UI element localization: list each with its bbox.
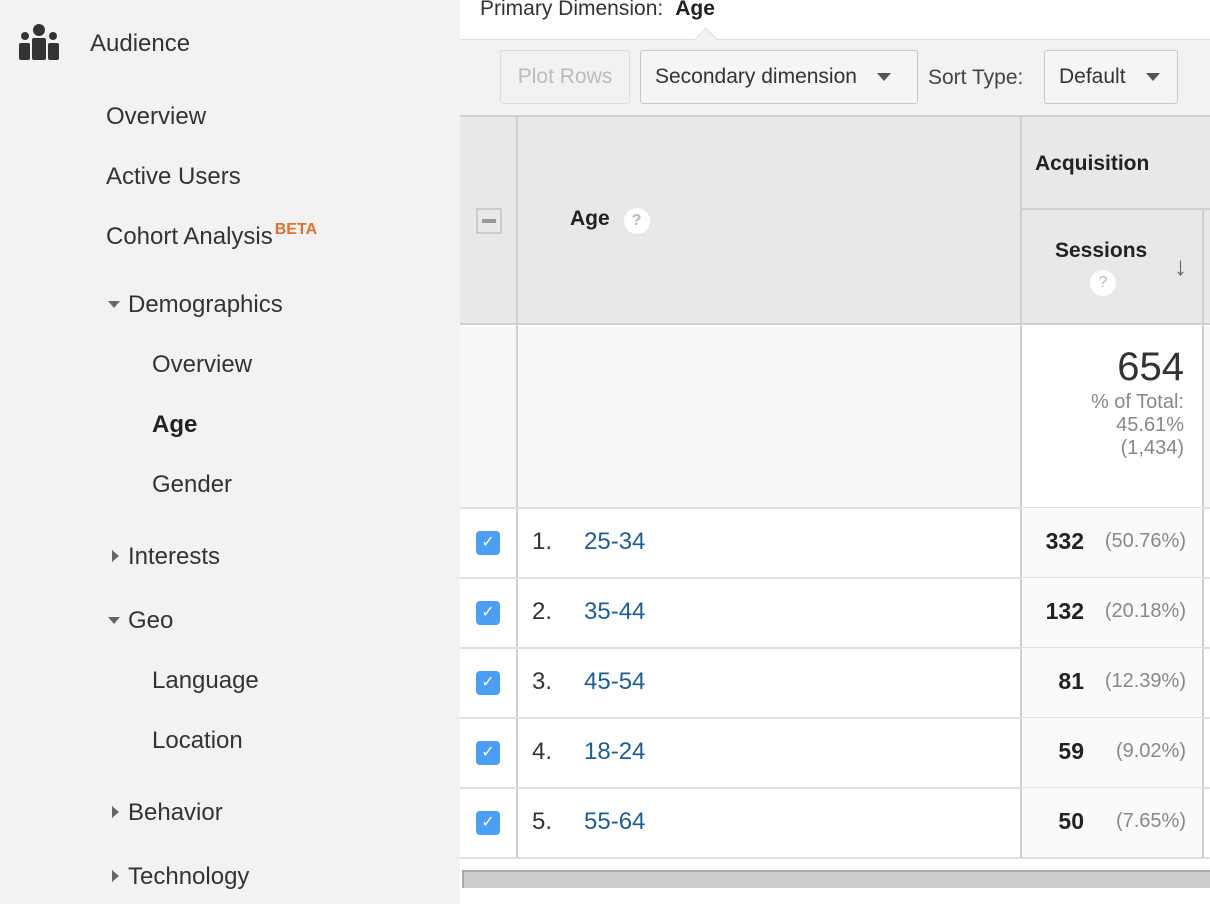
audience-icon <box>19 24 59 60</box>
age-link[interactable]: 45-54 <box>584 668 645 696</box>
beta-badge: BETA <box>274 221 318 238</box>
expanded-caret-icon <box>108 301 120 308</box>
toolbar-notch <box>694 27 718 51</box>
row-checkbox[interactable]: ✓ <box>476 741 500 765</box>
sidebar-item-age[interactable]: Age <box>152 411 197 439</box>
sort-descending-icon[interactable]: ↓ <box>1174 251 1187 282</box>
row-checkbox[interactable]: ✓ <box>476 671 500 695</box>
secondary-dimension-dropdown[interactable]: Secondary dimension <box>640 50 918 104</box>
chevron-down-icon <box>1145 73 1160 81</box>
sidebar-item-behavior[interactable]: Behavior <box>108 799 223 827</box>
sort-type-dropdown[interactable]: Default <box>1044 50 1178 104</box>
sessions-total-sub: % of Total: 45.61% (1,434) <box>1091 391 1184 460</box>
sessions-value: 59 <box>1058 738 1084 764</box>
table-row: ✓ 5. 55-64 50 (7.65%) <box>460 788 1210 858</box>
totals-row-right <box>1204 327 1210 507</box>
row-checkbox[interactable]: ✓ <box>476 531 500 555</box>
acquisition-group-header: Acquisition <box>1035 152 1150 175</box>
sidebar-item-label: Demographics <box>128 291 283 318</box>
totals-row-dim <box>518 327 1020 507</box>
sessions-value: 332 <box>1045 528 1084 554</box>
chevron-down-icon <box>876 73 891 81</box>
table-row: ✓ 1. 25-34 332 (50.76%) <box>460 508 1210 578</box>
sort-type-label: Sort Type: <box>928 66 1024 89</box>
sidebar-section-label: Audience <box>90 30 191 57</box>
table-toolbar: Plot Rows Secondary dimension Sort Type:… <box>460 27 1210 115</box>
header-divider <box>1022 208 1210 210</box>
collapsed-caret-icon <box>112 806 119 818</box>
row-index: 2. <box>532 598 553 625</box>
sidebar-item-cohort-analysis[interactable]: Cohort Analysis BETA <box>106 221 318 251</box>
row-index: 1. <box>532 528 553 555</box>
primary-dimension: Primary Dimension: Age <box>480 0 715 21</box>
select-all-checkbox[interactable] <box>476 208 502 234</box>
table-row: ✓ 2. 35-44 132 (20.18%) <box>460 578 1210 648</box>
sidebar-item-demographics[interactable]: Demographics <box>108 291 283 319</box>
sidebar-item-label: Technology <box>128 863 250 890</box>
primary-dimension-value[interactable]: Age <box>675 0 715 20</box>
row-index: 5. <box>532 808 553 835</box>
sidebar-item-overview[interactable]: Overview <box>106 103 206 131</box>
sessions-pct: (7.65%) <box>1115 810 1186 832</box>
sidebar-item-active-users[interactable]: Active Users <box>106 163 241 191</box>
row-divider <box>460 857 1210 859</box>
secondary-dimension-label: Secondary dimension <box>655 65 857 88</box>
sessions-pct: (9.02%) <box>1115 740 1186 762</box>
sessions-cell: 132 (20.18%) <box>1022 578 1202 648</box>
sidebar-item-interests[interactable]: Interests <box>108 543 220 571</box>
pct-of-total-label: % of Total: <box>1090 391 1184 413</box>
age-header-label: Age <box>570 207 610 230</box>
plot-rows-button[interactable]: Plot Rows <box>500 50 630 104</box>
age-column-header[interactable]: Age ? <box>570 207 650 234</box>
sidebar-item-location[interactable]: Location <box>152 727 243 755</box>
sidebar-item-label: Geo <box>128 607 174 634</box>
sidebar-item-geo[interactable]: Geo <box>108 607 173 635</box>
sessions-pct: (12.39%) <box>1104 670 1186 692</box>
sessions-total-cell: 654 % of Total: 45.61% (1,434) <box>1022 327 1202 507</box>
sessions-pct: (50.76%) <box>1104 530 1186 552</box>
sessions-cell: 332 (50.76%) <box>1022 508 1202 578</box>
sessions-cell: 50 (7.65%) <box>1022 788 1202 858</box>
expanded-caret-icon <box>108 617 120 624</box>
sidebar-item-label: Interests <box>128 543 221 570</box>
age-link[interactable]: 35-44 <box>584 598 645 626</box>
age-link[interactable]: 55-64 <box>584 808 645 836</box>
primary-dimension-label: Primary Dimension: <box>480 0 664 20</box>
table-row: ✓ 4. 18-24 59 (9.02%) <box>460 718 1210 788</box>
sidebar-section-audience[interactable]: Audience <box>18 22 190 62</box>
table-row: ✓ 3. 45-54 81 (12.39%) <box>460 648 1210 718</box>
row-index: 3. <box>532 668 553 695</box>
sidebar-item-gender[interactable]: Gender <box>152 471 232 499</box>
sidebar-item-label: Behavior <box>128 799 223 826</box>
age-link[interactable]: 25-34 <box>584 528 645 556</box>
sessions-cell: 81 (12.39%) <box>1022 648 1202 718</box>
row-index: 4. <box>532 738 553 765</box>
help-icon[interactable]: ? <box>623 208 650 234</box>
collapsed-caret-icon <box>112 870 119 882</box>
row-checkbox[interactable]: ✓ <box>476 601 500 625</box>
age-link[interactable]: 18-24 <box>584 738 645 766</box>
sessions-cell: 59 (9.02%) <box>1022 718 1202 788</box>
sidebar-item-label: Cohort Analysis <box>106 223 273 250</box>
overall-total: (1,434) <box>1120 437 1184 459</box>
sidebar-item-demographics-overview[interactable]: Overview <box>152 351 252 379</box>
sessions-total-value: 654 <box>1117 345 1184 389</box>
sessions-value: 50 <box>1058 808 1084 834</box>
pct-of-total-value: 45.61% <box>1116 414 1184 436</box>
sessions-value: 132 <box>1045 598 1084 624</box>
sidebar: Audience Overview Active Users Cohort An… <box>0 0 460 904</box>
sessions-pct: (20.18%) <box>1104 600 1186 622</box>
sidebar-item-language[interactable]: Language <box>152 667 259 695</box>
row-checkbox[interactable]: ✓ <box>476 811 500 835</box>
sessions-value: 81 <box>1058 668 1084 694</box>
sidebar-item-technology[interactable]: Technology <box>108 863 249 891</box>
horizontal-scrollbar[interactable] <box>462 870 1210 888</box>
collapsed-caret-icon <box>112 550 119 562</box>
totals-row-left <box>460 327 516 507</box>
report-main: Primary Dimension: Age Plot Rows Secondar… <box>460 0 1210 904</box>
sort-type-value: Default <box>1059 65 1126 88</box>
help-icon[interactable]: ? <box>1090 270 1116 296</box>
sessions-column-header[interactable]: Sessions <box>1055 239 1147 263</box>
